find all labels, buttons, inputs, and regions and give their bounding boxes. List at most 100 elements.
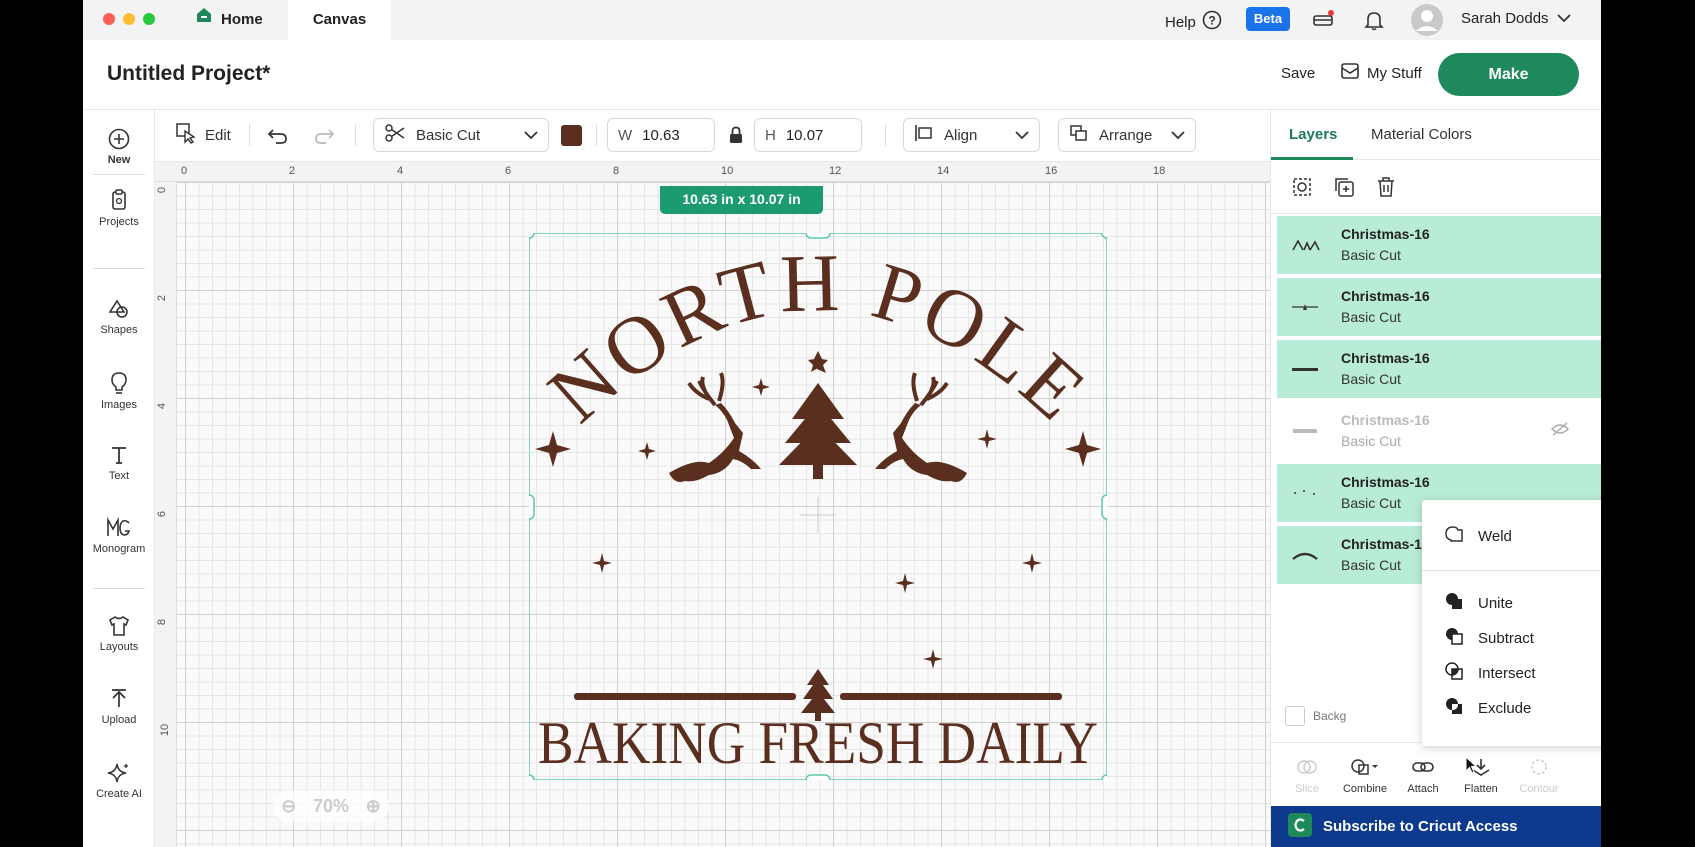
resize-handle[interactable] (529, 494, 535, 520)
cricut-access-icon (1287, 812, 1313, 842)
background-checkbox[interactable] (1285, 706, 1305, 726)
user-menu[interactable]: Sarah Dodds (1461, 10, 1571, 27)
layer-row[interactable]: Christmas-16 Basic Cut (1277, 278, 1601, 336)
ruler-tick-label: 0 (156, 186, 169, 194)
resize-handle[interactable] (1101, 774, 1107, 780)
intersect-icon (1422, 661, 1478, 685)
sidebar-item-label: Images (100, 399, 138, 411)
redo-icon[interactable] (313, 118, 335, 152)
sidebar-item-text[interactable]: Text (83, 444, 155, 482)
layer-row[interactable]: Christmas-16 Basic Cut (1277, 340, 1601, 398)
resize-handle[interactable] (529, 774, 535, 780)
trash-icon[interactable] (1375, 176, 1397, 203)
layer-row[interactable]: Christmas-16 Basic Cut (1277, 216, 1601, 274)
duplicate-icon[interactable] (1333, 176, 1355, 203)
tab-home[interactable]: Home (195, 0, 263, 40)
subscribe-label: Subscribe to Cricut Access (1323, 818, 1518, 835)
tab-canvas[interactable]: Canvas (288, 0, 391, 40)
monogram-icon (83, 517, 155, 539)
subscribe-banner[interactable]: Subscribe to Cricut Access (1271, 806, 1601, 847)
undo-icon[interactable] (267, 118, 289, 152)
zoom-out-icon[interactable]: ⊖ (281, 796, 296, 817)
layer-row[interactable]: Christmas-16 Basic Cut (1277, 402, 1601, 460)
resize-handle[interactable] (1101, 233, 1107, 239)
machine-icon[interactable] (1311, 9, 1335, 36)
maximize-window-button[interactable] (143, 13, 155, 25)
mouse-cursor-icon (1465, 755, 1478, 779)
tab-material-colors[interactable]: Material Colors (1371, 126, 1472, 143)
zoom-control[interactable]: ⊖ 70% ⊕ (273, 790, 389, 822)
layer-operation: Basic Cut (1341, 495, 1401, 511)
zoom-in-icon[interactable]: ⊕ (366, 796, 381, 817)
height-value: 10.07 (785, 126, 824, 144)
operation-select[interactable]: Basic Cut (373, 118, 549, 152)
flatten-button[interactable]: Flatten (1451, 757, 1511, 795)
chevron-down-icon (524, 127, 538, 144)
edit-button[interactable]: Edit (175, 118, 231, 152)
sidebar-item-label: Shapes (100, 324, 138, 336)
menu-item-intersect[interactable]: Intersect (1422, 656, 1601, 690)
menu-item-exclude[interactable]: Exclude (1422, 691, 1601, 725)
group-icon[interactable] (1291, 176, 1313, 203)
sidebar-item-label: Projects (99, 216, 139, 228)
resize-handle[interactable] (529, 233, 535, 239)
divider (93, 268, 145, 269)
sidebar-item-new[interactable]: New (83, 128, 155, 166)
slice-button[interactable]: Slice (1277, 757, 1337, 795)
projects-icon (83, 188, 155, 212)
arrange-label: Arrange (1099, 126, 1153, 144)
center-crosshair (800, 497, 836, 533)
make-button[interactable]: Make (1438, 53, 1579, 96)
sidebar-item-shapes[interactable]: Shapes (83, 298, 155, 336)
lock-icon[interactable] (728, 118, 744, 152)
avatar[interactable] (1410, 3, 1444, 42)
weld-icon (1422, 524, 1478, 548)
minimize-window-button[interactable] (123, 13, 135, 25)
beta-badge[interactable]: Beta (1246, 7, 1290, 31)
arrange-icon (1069, 124, 1089, 146)
align-dropdown[interactable]: Align (903, 118, 1040, 152)
sidebar-item-create-ai[interactable]: Create AI (83, 762, 155, 800)
close-window-button[interactable] (103, 13, 115, 25)
combine-button[interactable]: Combine (1335, 757, 1395, 795)
tab-home-label: Home (221, 11, 263, 28)
design-text-bottom: BAKING FRESH DAILY (538, 710, 1098, 776)
help-button[interactable]: Help ? (1165, 10, 1222, 34)
tab-layers[interactable]: Layers (1289, 126, 1337, 143)
contour-button[interactable]: Contour (1509, 757, 1569, 795)
align-label: Align (944, 126, 978, 144)
contour-label: Contour (1519, 783, 1559, 795)
layer-actions (1271, 160, 1601, 214)
my-stuff-button[interactable]: My Stuff (1340, 62, 1422, 84)
attach-button[interactable]: Attach (1393, 757, 1453, 795)
resize-handle[interactable] (1101, 494, 1107, 520)
sidebar-item-label: Layouts (99, 641, 139, 653)
project-title[interactable]: Untitled Project* (107, 62, 270, 86)
eye-hidden-icon[interactable] (1551, 422, 1569, 441)
user-name: Sarah Dodds (1461, 10, 1549, 27)
sidebar-item-monogram[interactable]: Monogram (83, 517, 155, 555)
menu-item-weld[interactable]: Weld (1422, 519, 1601, 553)
north-pole-design[interactable]: NORTH POLE BAKING FRESH DAILY (529, 233, 1107, 780)
save-button[interactable]: Save (1281, 65, 1315, 82)
menu-item-subtract[interactable]: Subtract (1422, 621, 1601, 655)
ruler-tick-label: 4 (156, 402, 169, 410)
bell-icon[interactable] (1363, 9, 1385, 36)
background-row[interactable]: Backg (1285, 706, 1346, 726)
sidebar-item-layouts[interactable]: Layouts (83, 615, 155, 653)
width-field[interactable]: W 10.63 (607, 118, 715, 152)
background-label: Backg (1313, 709, 1347, 723)
ruler-tick-label: 2 (156, 294, 169, 302)
layer-thumbnail (1285, 228, 1325, 262)
ruler-tick-label: 2 (289, 165, 296, 177)
cricut-design-space-window: Home Canvas Help ? Beta Sarah Dodds Unti… (83, 0, 1601, 847)
shapes-icon (83, 298, 155, 320)
sidebar-item-projects[interactable]: Projects (83, 188, 155, 228)
sidebar-item-upload[interactable]: Upload (83, 688, 155, 726)
sidebar-item-images[interactable]: Images (83, 371, 155, 411)
menu-item-unite[interactable]: Unite (1422, 586, 1601, 620)
home-icon (195, 0, 213, 40)
color-swatch[interactable] (561, 118, 582, 152)
height-field[interactable]: H 10.07 (754, 118, 862, 152)
arrange-dropdown[interactable]: Arrange (1058, 118, 1196, 152)
